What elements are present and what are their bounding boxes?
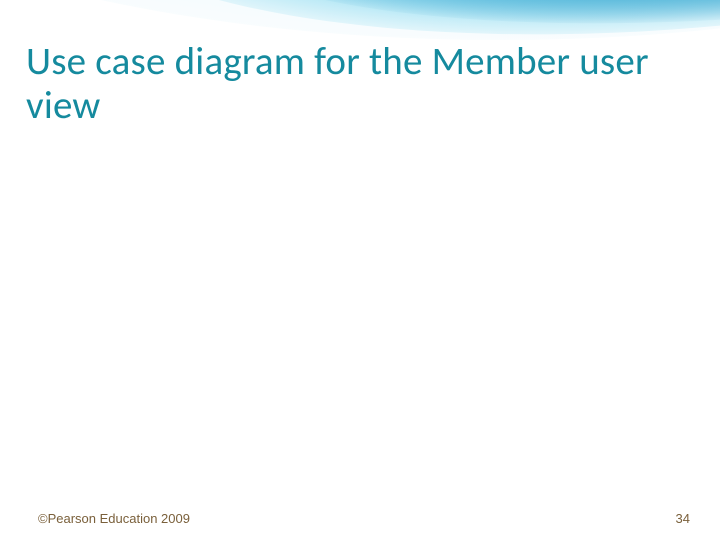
slide: Use case diagram for the Member user vie…: [0, 0, 720, 540]
slide-title: Use case diagram for the Member user vie…: [26, 40, 686, 127]
page-number: 34: [676, 511, 690, 526]
footer-copyright: ©Pearson Education 2009: [38, 511, 190, 526]
